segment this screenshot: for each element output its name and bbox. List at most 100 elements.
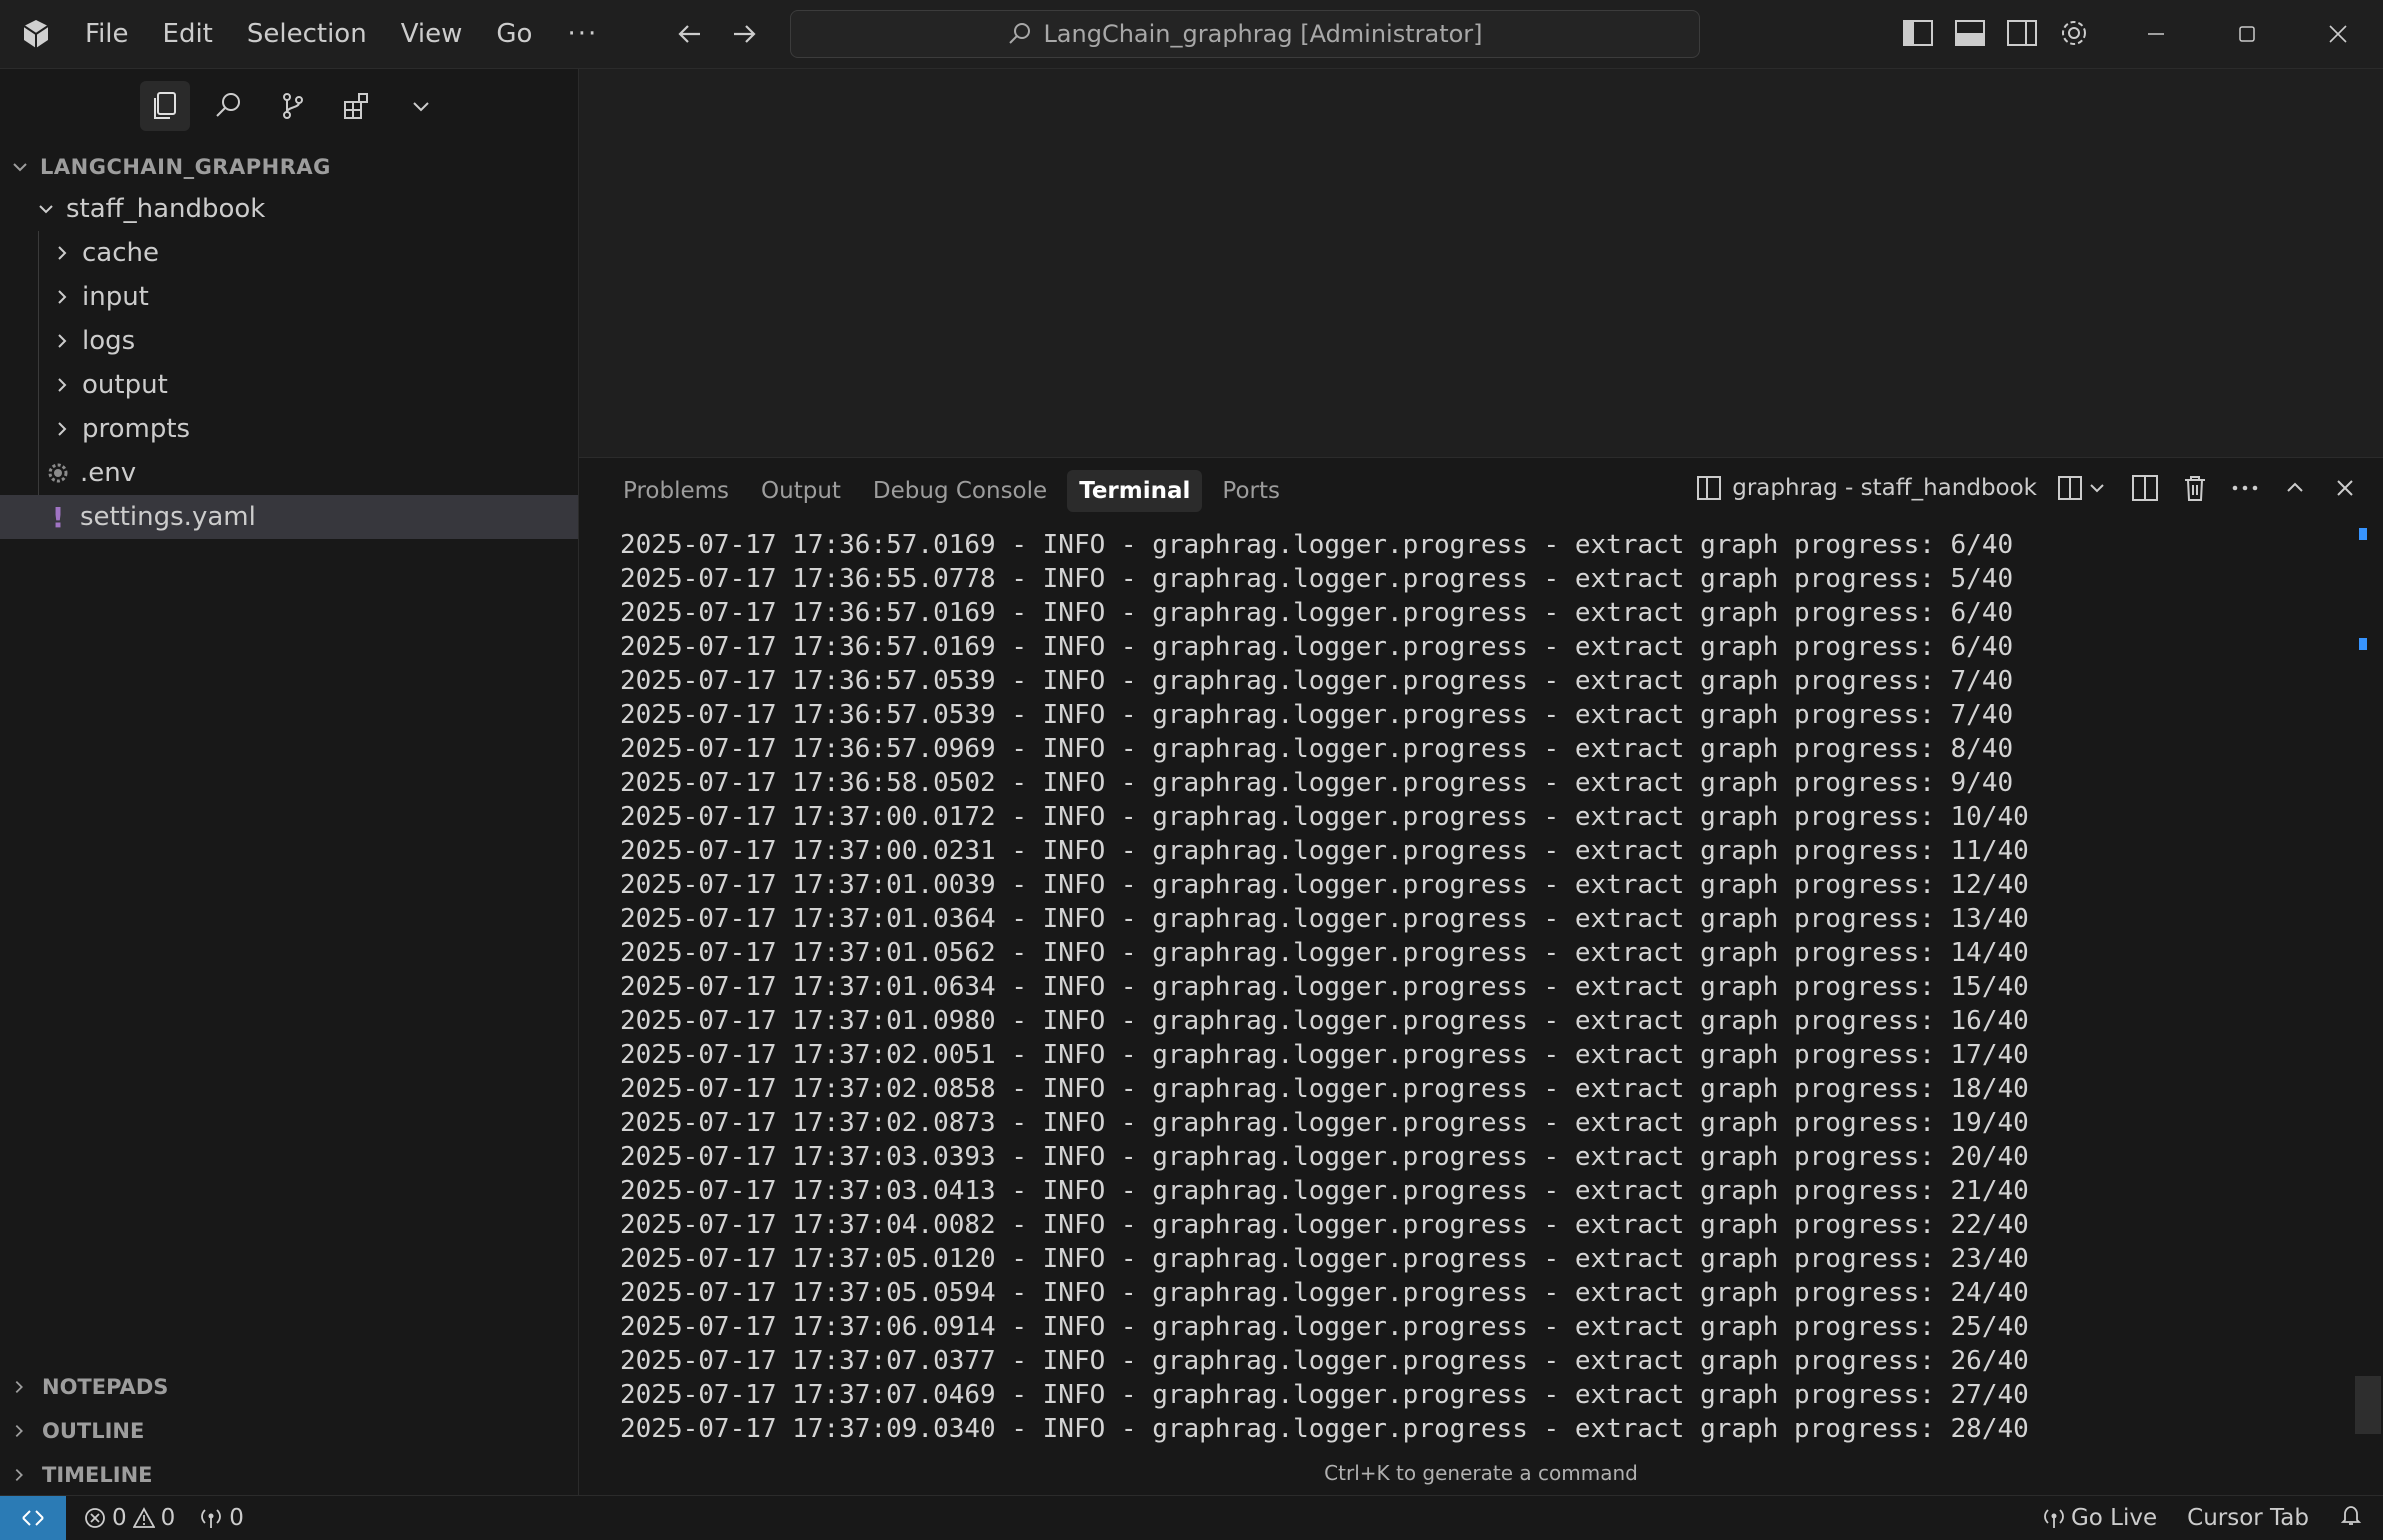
folder-label: input: [82, 282, 149, 312]
warning-count: 0: [160, 1505, 176, 1531]
terminal-line: 2025-07-17 17:37:07.0377 - INFO - graphr…: [620, 1346, 2029, 1376]
folder-staff-handbook[interactable]: staff_handbook: [0, 187, 578, 231]
command-center-label: LangChain_graphrag [Administrator]: [1043, 20, 1483, 48]
chevron-right-icon: [50, 373, 74, 397]
bell-icon[interactable]: [2339, 1503, 2363, 1533]
scrollbar-marker: [2359, 638, 2367, 650]
maximize-panel-icon[interactable]: [2279, 472, 2311, 504]
ports-status[interactable]: 0: [199, 1505, 244, 1531]
command-center-search[interactable]: LangChain_graphrag [Administrator]: [790, 10, 1700, 58]
folder-input[interactable]: input: [0, 275, 578, 319]
primary-sidebar: LANGCHAIN_GRAPHRAG staff_handbook cache …: [0, 69, 579, 1495]
file-env[interactable]: .env: [0, 451, 578, 495]
terminal-line: 2025-07-17 17:36:57.0169 - INFO - graphr…: [620, 530, 2014, 560]
explorer-root-header[interactable]: LANGCHAIN_GRAPHRAG: [10, 149, 331, 185]
toggle-primary-sidebar-icon[interactable]: [1900, 14, 1936, 52]
terminal-line: 2025-07-17 17:37:02.0858 - INFO - graphr…: [620, 1074, 2029, 1104]
terminal-line: 2025-07-17 17:37:06.0914 - INFO - graphr…: [620, 1312, 2029, 1342]
go-live-label: Go Live: [2070, 1505, 2158, 1531]
explorer-icon[interactable]: [140, 81, 190, 131]
terminal-line: 2025-07-17 17:36:58.0502 - INFO - graphr…: [620, 768, 2014, 798]
section-notepads[interactable]: NOTEPADS: [0, 1365, 578, 1409]
panel-actions: graphrag - staff_handbook: [1696, 472, 2361, 504]
source-control-icon[interactable]: [268, 81, 318, 131]
terminal-selector[interactable]: graphrag - staff_handbook: [1696, 475, 2037, 501]
menu-edit[interactable]: Edit: [146, 0, 230, 68]
folder-output[interactable]: output: [0, 363, 578, 407]
error-count: 0: [112, 1505, 127, 1531]
tab-debug-console[interactable]: Debug Console: [861, 470, 1059, 512]
chevron-down-icon: [10, 157, 34, 177]
navigation-arrows: [672, 16, 762, 52]
toggle-panel-icon[interactable]: [1952, 14, 1988, 52]
sidebar-sections: NOTEPADS OUTLINE TIMELINE: [0, 1365, 578, 1497]
menu-bar: File Edit Selection View Go ···: [68, 0, 616, 68]
folder-label: output: [82, 370, 168, 400]
tab-output[interactable]: Output: [749, 470, 853, 512]
layout-controls: [1900, 14, 2092, 52]
extensions-icon[interactable]: [332, 81, 382, 131]
folder-cache[interactable]: cache: [0, 231, 578, 275]
terminal-line: 2025-07-17 17:37:09.0340 - INFO - graphr…: [620, 1414, 2029, 1444]
terminal-line: 2025-07-17 17:36:57.0969 - INFO - graphr…: [620, 734, 2014, 764]
chevron-right-icon: [10, 1466, 34, 1484]
section-label: OUTLINE: [42, 1419, 145, 1443]
file-label: .env: [80, 458, 137, 488]
tab-ports[interactable]: Ports: [1210, 470, 1292, 512]
menu-go[interactable]: Go: [479, 0, 549, 68]
editor-area[interactable]: [579, 69, 2383, 457]
file-label: settings.yaml: [80, 502, 256, 532]
error-icon: [85, 1508, 105, 1528]
section-outline[interactable]: OUTLINE: [0, 1409, 578, 1453]
trash-icon[interactable]: [2179, 472, 2211, 504]
terminal-line: 2025-07-17 17:36:57.0539 - INFO - graphr…: [620, 666, 2014, 696]
explorer-root-label: LANGCHAIN_GRAPHRAG: [40, 155, 331, 179]
back-arrow-icon[interactable]: [672, 16, 708, 52]
tab-problems[interactable]: Problems: [611, 470, 741, 512]
search-icon[interactable]: [204, 81, 254, 131]
scrollbar-marker: [2359, 528, 2367, 540]
search-icon: [1009, 23, 1031, 44]
settings-gear-icon[interactable]: [2056, 14, 2092, 52]
menu-selection[interactable]: Selection: [230, 0, 384, 68]
menu-more-icon[interactable]: ···: [549, 19, 616, 49]
terminal-name: graphrag - staff_handbook: [1732, 475, 2037, 501]
terminal-line: 2025-07-17 17:37:03.0393 - INFO - graphr…: [620, 1142, 2029, 1172]
maximize-icon[interactable]: [2201, 0, 2292, 68]
forward-arrow-icon[interactable]: [726, 16, 762, 52]
remote-indicator-icon[interactable]: [0, 1496, 66, 1540]
cursor-tab-status[interactable]: Cursor Tab: [2187, 1505, 2309, 1531]
panel-tabs: Problems Output Debug Console Terminal P…: [611, 470, 1292, 512]
close-window-icon[interactable]: [2292, 0, 2383, 68]
terminal-scrollbar[interactable]: [2355, 1376, 2381, 1434]
broadcast-icon: [201, 1509, 222, 1528]
split-panel-icon[interactable]: [2129, 472, 2161, 504]
terminal-output[interactable]: 2025-07-17 17:36:57.0169 - INFO - graphr…: [620, 528, 2320, 1448]
menu-view[interactable]: View: [384, 0, 480, 68]
file-settings-yaml[interactable]: ! settings.yaml: [0, 495, 578, 539]
warning-icon: [132, 1507, 155, 1528]
window-controls: [2110, 0, 2383, 68]
folder-label: cache: [82, 238, 159, 268]
cursor-logo-icon: [20, 18, 52, 50]
chevron-down-icon[interactable]: [396, 81, 446, 131]
chevron-right-icon: [10, 1422, 34, 1440]
terminal-line: 2025-07-17 17:37:01.0634 - INFO - graphr…: [620, 972, 2029, 1002]
file-tree: staff_handbook cache input logs output p…: [0, 187, 578, 539]
minimize-icon[interactable]: [2110, 0, 2201, 68]
folder-prompts[interactable]: prompts: [0, 407, 578, 451]
terminal-line: 2025-07-17 17:37:04.0082 - INFO - graphr…: [620, 1210, 2029, 1240]
terminal-line: 2025-07-17 17:37:02.0873 - INFO - graphr…: [620, 1108, 2029, 1138]
menu-file[interactable]: File: [68, 0, 146, 68]
close-panel-icon[interactable]: [2329, 472, 2361, 504]
tab-terminal[interactable]: Terminal: [1067, 470, 1203, 512]
go-live-button[interactable]: Go Live: [2043, 1505, 2157, 1531]
folder-logs[interactable]: logs: [0, 319, 578, 363]
split-terminal-dropdown-icon[interactable]: [2055, 472, 2111, 504]
toggle-secondary-sidebar-icon[interactable]: [2004, 14, 2040, 52]
problems-status[interactable]: 0 0: [84, 1505, 175, 1531]
section-label: NOTEPADS: [42, 1375, 169, 1399]
broadcast-icon: [2044, 1509, 2064, 1528]
section-timeline[interactable]: TIMELINE: [0, 1453, 578, 1497]
more-actions-icon[interactable]: [2229, 472, 2261, 504]
